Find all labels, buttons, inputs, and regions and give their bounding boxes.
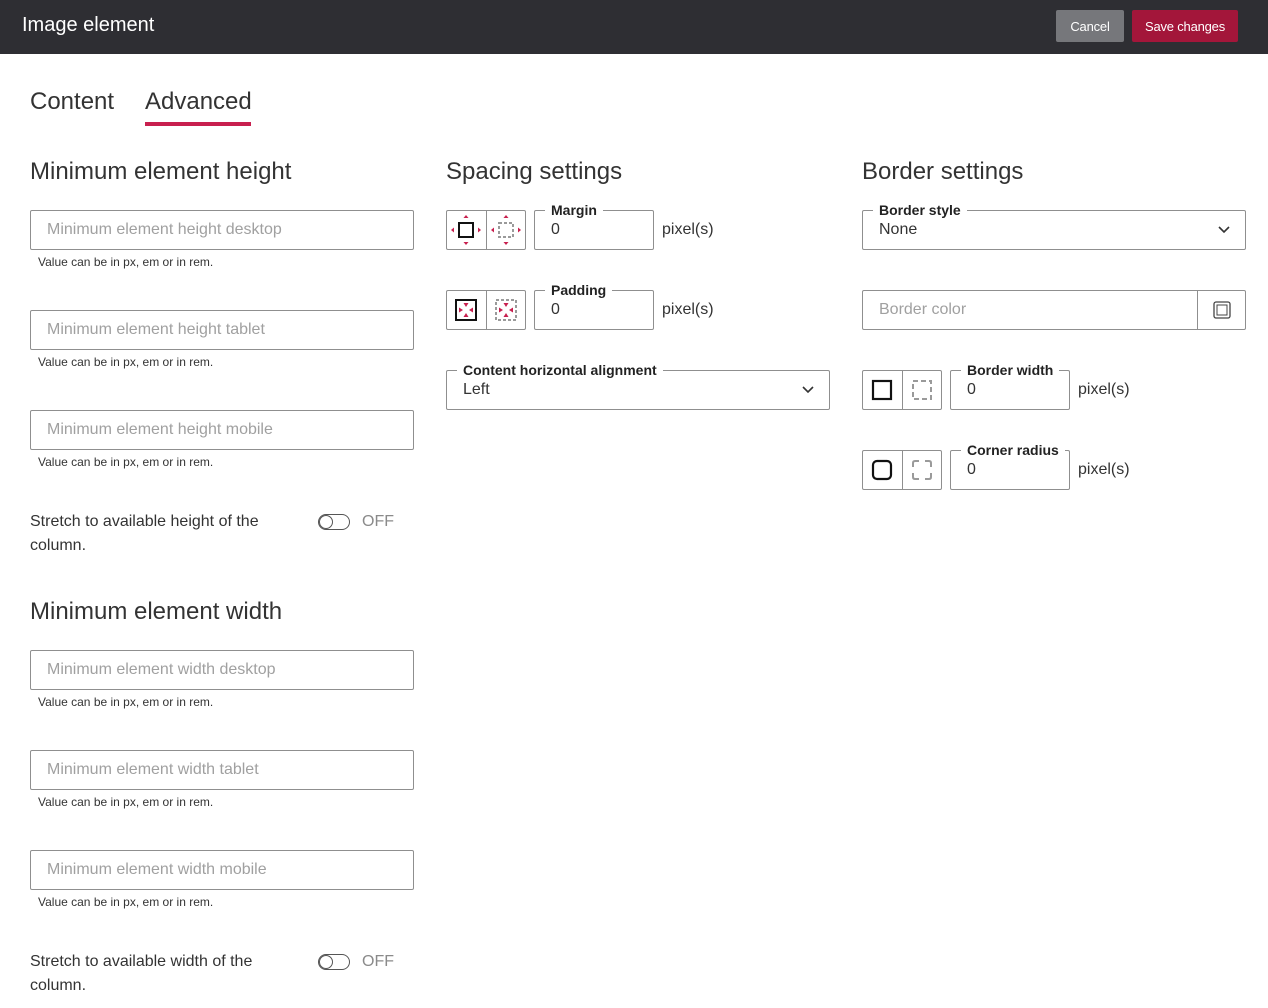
margin-all-icon: [451, 215, 482, 245]
stretch-width-label: Stretch to available width of the column…: [30, 953, 253, 994]
min-height-tablet-hint: Value can be in px, em or in rem.: [38, 355, 214, 369]
color-picker-button[interactable]: [1197, 291, 1245, 329]
min-width-mobile-hint: Value can be in px, em or in rem.: [38, 895, 214, 909]
min-height-tablet-placeholder: Minimum element height tablet: [47, 321, 265, 338]
border-title: Border settings: [862, 158, 1024, 185]
min-height-mobile-input[interactable]: Minimum element height mobile: [30, 410, 414, 450]
border-width-unit: pixel(s): [1078, 381, 1130, 398]
border-all-icon: [872, 379, 893, 401]
padding-all-icon: [455, 299, 478, 321]
margin-input[interactable]: Margin 0: [534, 202, 654, 250]
border-style-select[interactable]: Border style None: [862, 202, 1246, 250]
corner-radius-unit: pixel(s): [1078, 461, 1130, 478]
margin-all-sides-button[interactable]: [447, 211, 486, 249]
border-width-value: 0: [967, 381, 976, 398]
border-style-value: None: [879, 221, 918, 238]
min-height-desktop-hint: Value can be in px, em or in rem.: [38, 255, 214, 269]
border-color-placeholder: Border color: [879, 301, 967, 318]
corner-radius-mode-switch: [862, 450, 942, 490]
stretch-height-label: Stretch to available height of the colum…: [30, 513, 259, 554]
margin-label: Margin: [545, 202, 603, 218]
corner-radius-label: Corner radius: [961, 442, 1065, 458]
corner-radius-sides-button[interactable]: [901, 451, 941, 489]
header-bar: Image element Cancel Save changes: [0, 0, 1268, 54]
tab-advanced[interactable]: Advanced: [145, 88, 252, 116]
margin-value: 0: [551, 221, 560, 238]
padding-all-sides-button[interactable]: [447, 291, 486, 329]
corner-radius-all-button[interactable]: [863, 451, 902, 489]
min-height-title: Minimum element height: [30, 158, 292, 185]
padding-input[interactable]: Padding 0: [534, 282, 654, 330]
min-width-tablet-input[interactable]: Minimum element width tablet: [30, 750, 414, 790]
padding-individual-sides-button[interactable]: [485, 291, 525, 329]
color-swatch-icon: [1212, 301, 1231, 319]
border-width-all-button[interactable]: [863, 371, 902, 409]
chevron-down-icon: [802, 386, 814, 394]
min-width-tablet-placeholder: Minimum element width tablet: [47, 761, 259, 778]
min-width-desktop-input[interactable]: Minimum element width desktop: [30, 650, 414, 690]
corner-radius-value: 0: [967, 461, 976, 478]
padding-sides-icon: [494, 299, 517, 321]
toggle-knob: [319, 515, 333, 529]
stretch-height-state: OFF: [362, 513, 394, 530]
rounded-square-icon: [872, 459, 893, 481]
padding-unit: pixel(s): [662, 301, 714, 318]
corners-icon: [911, 460, 932, 480]
tab-content[interactable]: Content: [30, 88, 114, 116]
min-width-mobile-placeholder: Minimum element width mobile: [47, 861, 267, 878]
border-sides-icon: [911, 380, 932, 400]
border-width-mode-switch: [862, 370, 942, 410]
spacing-title: Spacing settings: [446, 158, 623, 185]
save-changes-button[interactable]: Save changes: [1132, 10, 1238, 42]
min-height-desktop-placeholder: Minimum element height desktop: [47, 221, 282, 238]
border-color-input[interactable]: Border color: [862, 290, 1246, 330]
alignment-select[interactable]: Content horizontal alignment Left: [446, 362, 830, 410]
margin-unit: pixel(s): [662, 221, 714, 238]
padding-mode-switch: [446, 290, 526, 330]
corner-radius-input[interactable]: Corner radius 0: [950, 442, 1070, 490]
alignment-label: Content horizontal alignment: [457, 362, 663, 378]
min-width-desktop-placeholder: Minimum element width desktop: [47, 661, 276, 678]
padding-label: Padding: [545, 282, 613, 298]
stretch-height-toggle[interactable]: [318, 514, 350, 530]
border-width-label: Border width: [961, 362, 1060, 378]
border-width-sides-button[interactable]: [901, 371, 941, 409]
chevron-down-icon: [1218, 226, 1230, 234]
margin-mode-switch: [446, 210, 526, 250]
stretch-width-toggle[interactable]: [318, 954, 350, 970]
min-height-tablet-input[interactable]: Minimum element height tablet: [30, 310, 414, 350]
active-tab-indicator: [145, 122, 251, 126]
stretch-width-state: OFF: [362, 953, 394, 970]
min-width-title: Minimum element width: [30, 598, 283, 625]
padding-value: 0: [551, 301, 560, 318]
border-style-label: Border style: [873, 202, 967, 218]
dialog-title: Image element: [22, 14, 155, 36]
toggle-knob: [319, 955, 333, 969]
min-height-desktop-input[interactable]: Minimum element height desktop: [30, 210, 414, 250]
min-height-mobile-hint: Value can be in px, em or in rem.: [38, 455, 214, 469]
alignment-value: Left: [463, 381, 490, 398]
min-width-desktop-hint: Value can be in px, em or in rem.: [38, 695, 214, 709]
cancel-button[interactable]: Cancel: [1056, 10, 1124, 42]
min-height-mobile-placeholder: Minimum element height mobile: [47, 421, 273, 438]
border-width-input[interactable]: Border width 0: [950, 362, 1070, 410]
min-width-mobile-input[interactable]: Minimum element width mobile: [30, 850, 414, 890]
margin-individual-sides-button[interactable]: [485, 211, 525, 249]
min-width-tablet-hint: Value can be in px, em or in rem.: [38, 795, 214, 809]
margin-sides-icon: [490, 215, 521, 245]
